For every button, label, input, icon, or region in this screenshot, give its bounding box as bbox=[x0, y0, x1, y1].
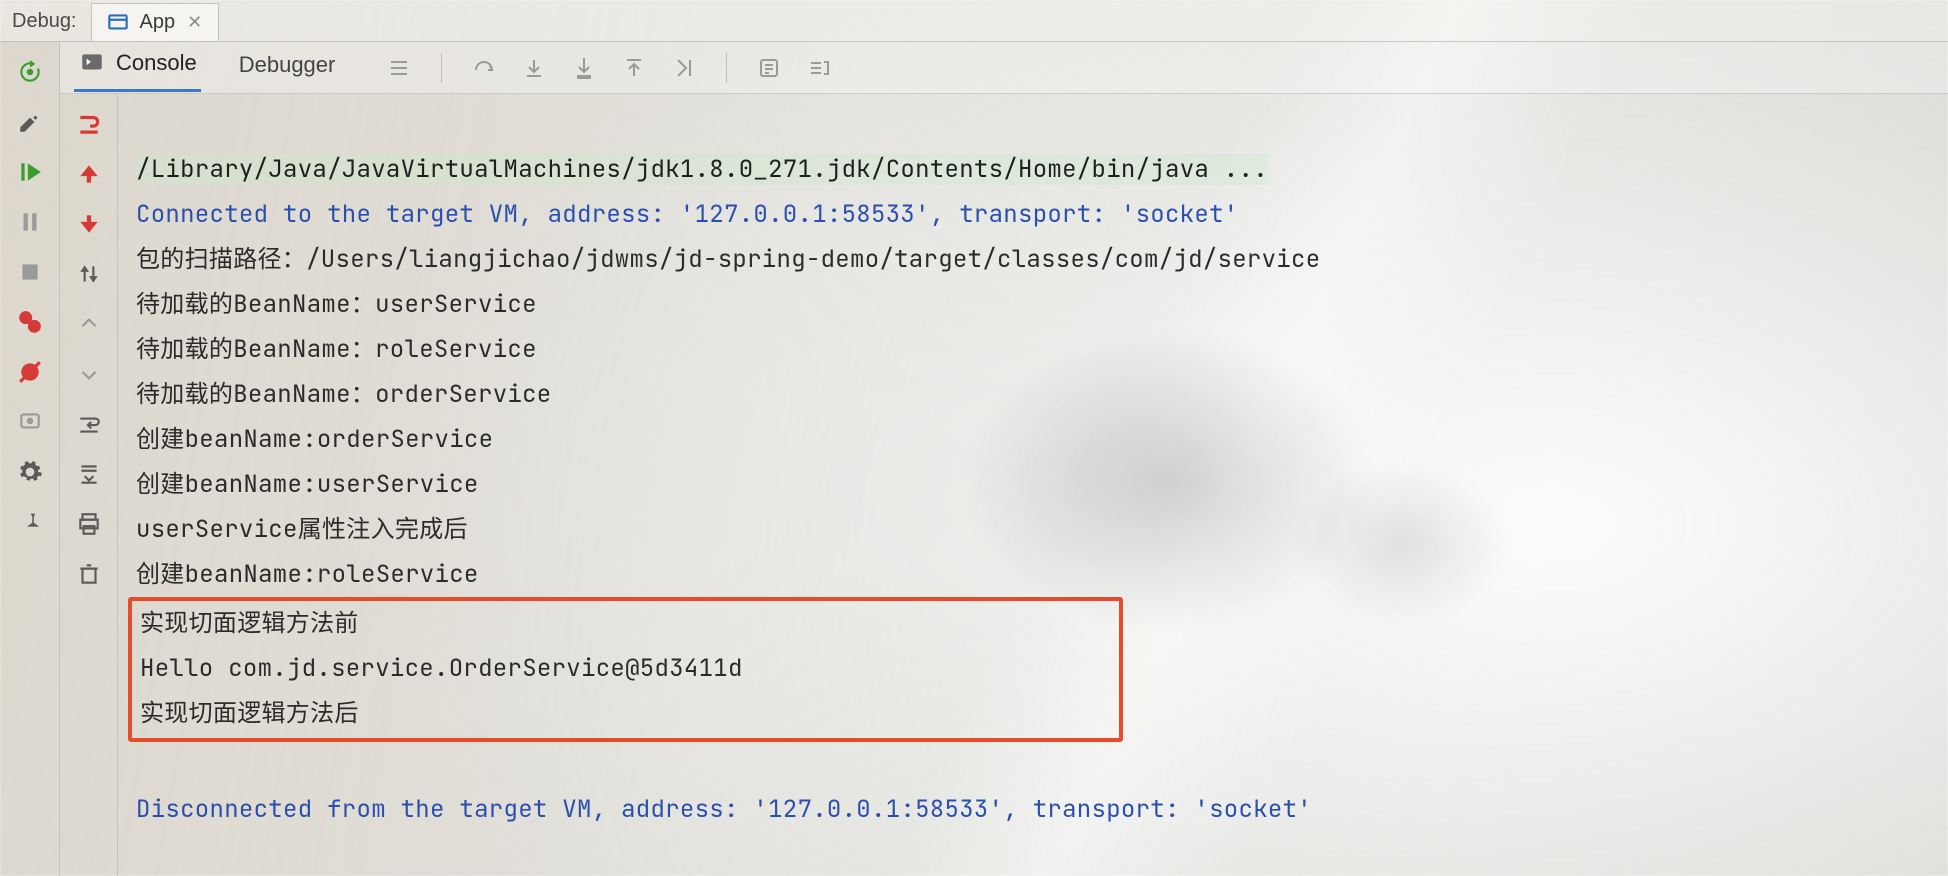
console-line: 待加载的BeanName：orderService bbox=[136, 379, 552, 410]
soft-wrap-icon[interactable] bbox=[75, 410, 103, 438]
mute-breakpoints-icon[interactable] bbox=[16, 358, 44, 386]
run-config-tab[interactable]: App ✕ bbox=[91, 3, 220, 41]
filter-down-icon[interactable] bbox=[75, 360, 103, 388]
console-line: userService属性注入完成后 bbox=[136, 514, 468, 545]
thread-dump-icon[interactable] bbox=[16, 408, 44, 436]
toolbar-separator bbox=[726, 53, 727, 83]
toolbar-separator bbox=[441, 53, 442, 83]
tab-debugger-label: Debugger bbox=[239, 52, 336, 78]
highlight-box: 实现切面逻辑方法前Hello com.jd.service.OrderServi… bbox=[128, 597, 1123, 742]
show-execution-point-icon[interactable] bbox=[385, 54, 413, 82]
toggle-soft-wrap-icon[interactable] bbox=[75, 110, 103, 138]
console-line: 实现切面逻辑方法前 bbox=[132, 601, 1113, 646]
rerun-debug-icon[interactable] bbox=[16, 58, 44, 86]
resume-icon[interactable] bbox=[16, 158, 44, 186]
tab-console-label: Console bbox=[116, 50, 197, 76]
console-line: 实现切面逻辑方法后 bbox=[132, 691, 1113, 736]
console-line: 创建beanName:roleService bbox=[136, 559, 479, 590]
console-line: 创建beanName:userService bbox=[136, 469, 479, 500]
console-output[interactable]: /Library/Java/JavaVirtualMachines/jdk1.8… bbox=[118, 94, 1948, 876]
console-side-toolbar bbox=[60, 94, 118, 876]
debug-main-row: Console Debugger bbox=[0, 42, 1948, 876]
sort-icon[interactable] bbox=[75, 260, 103, 288]
debug-subtab-bar: Console Debugger bbox=[60, 42, 1948, 94]
tab-console[interactable]: Console bbox=[74, 43, 201, 92]
console-icon bbox=[78, 49, 106, 77]
console-line-disconnected: Disconnected from the target VM, address… bbox=[136, 794, 1312, 825]
modify-run-config-icon[interactable] bbox=[16, 108, 44, 136]
pin-icon[interactable] bbox=[16, 508, 44, 536]
stop-icon[interactable] bbox=[16, 258, 44, 286]
tab-debugger[interactable]: Debugger bbox=[235, 46, 340, 90]
console-wrap: /Library/Java/JavaVirtualMachines/jdk1.8… bbox=[60, 94, 1948, 876]
settings-icon[interactable] bbox=[16, 458, 44, 486]
print-icon[interactable] bbox=[75, 510, 103, 538]
application-icon bbox=[104, 9, 132, 37]
step-into-icon[interactable] bbox=[520, 54, 548, 82]
console-line: 创建beanName:orderService bbox=[136, 424, 493, 455]
run-to-cursor-icon[interactable] bbox=[670, 54, 698, 82]
console-line-cmd: /Library/Java/JavaVirtualMachines/jdk1.8… bbox=[136, 154, 1268, 185]
debug-tabstrip: Debug: App ✕ bbox=[0, 0, 1948, 42]
step-over-icon[interactable] bbox=[470, 54, 498, 82]
debug-step-toolbar bbox=[385, 53, 833, 83]
force-step-into-icon[interactable] bbox=[570, 54, 598, 82]
step-out-icon[interactable] bbox=[620, 54, 648, 82]
console-line: Hello com.jd.service.OrderService@5d3411… bbox=[132, 646, 1113, 691]
scroll-up-icon[interactable] bbox=[75, 160, 103, 188]
scroll-to-end-icon[interactable] bbox=[75, 460, 103, 488]
debug-tool-window: Debug: App ✕ bbox=[0, 0, 1948, 876]
trace-current-stream-icon[interactable] bbox=[805, 54, 833, 82]
console-line: 待加载的BeanName：userService bbox=[136, 289, 537, 320]
console-line-connected: Connected to the target VM, address: '12… bbox=[136, 199, 1239, 230]
evaluate-expression-icon[interactable] bbox=[755, 54, 783, 82]
debug-right-column: Console Debugger bbox=[60, 42, 1948, 876]
filter-up-icon[interactable] bbox=[75, 310, 103, 338]
console-line: 待加载的BeanName：roleService bbox=[136, 334, 537, 365]
close-icon[interactable]: ✕ bbox=[183, 12, 202, 33]
run-config-name: App bbox=[140, 11, 176, 34]
debug-label: Debug: bbox=[12, 10, 77, 41]
view-breakpoints-icon[interactable] bbox=[16, 308, 44, 336]
side-toolbar bbox=[0, 42, 60, 876]
scroll-down-icon[interactable] bbox=[75, 210, 103, 238]
clear-all-icon[interactable] bbox=[75, 560, 103, 588]
console-line: 包的扫描路径：/Users/liangjichao/jdwms/jd-sprin… bbox=[136, 244, 1320, 275]
pause-icon[interactable] bbox=[16, 208, 44, 236]
